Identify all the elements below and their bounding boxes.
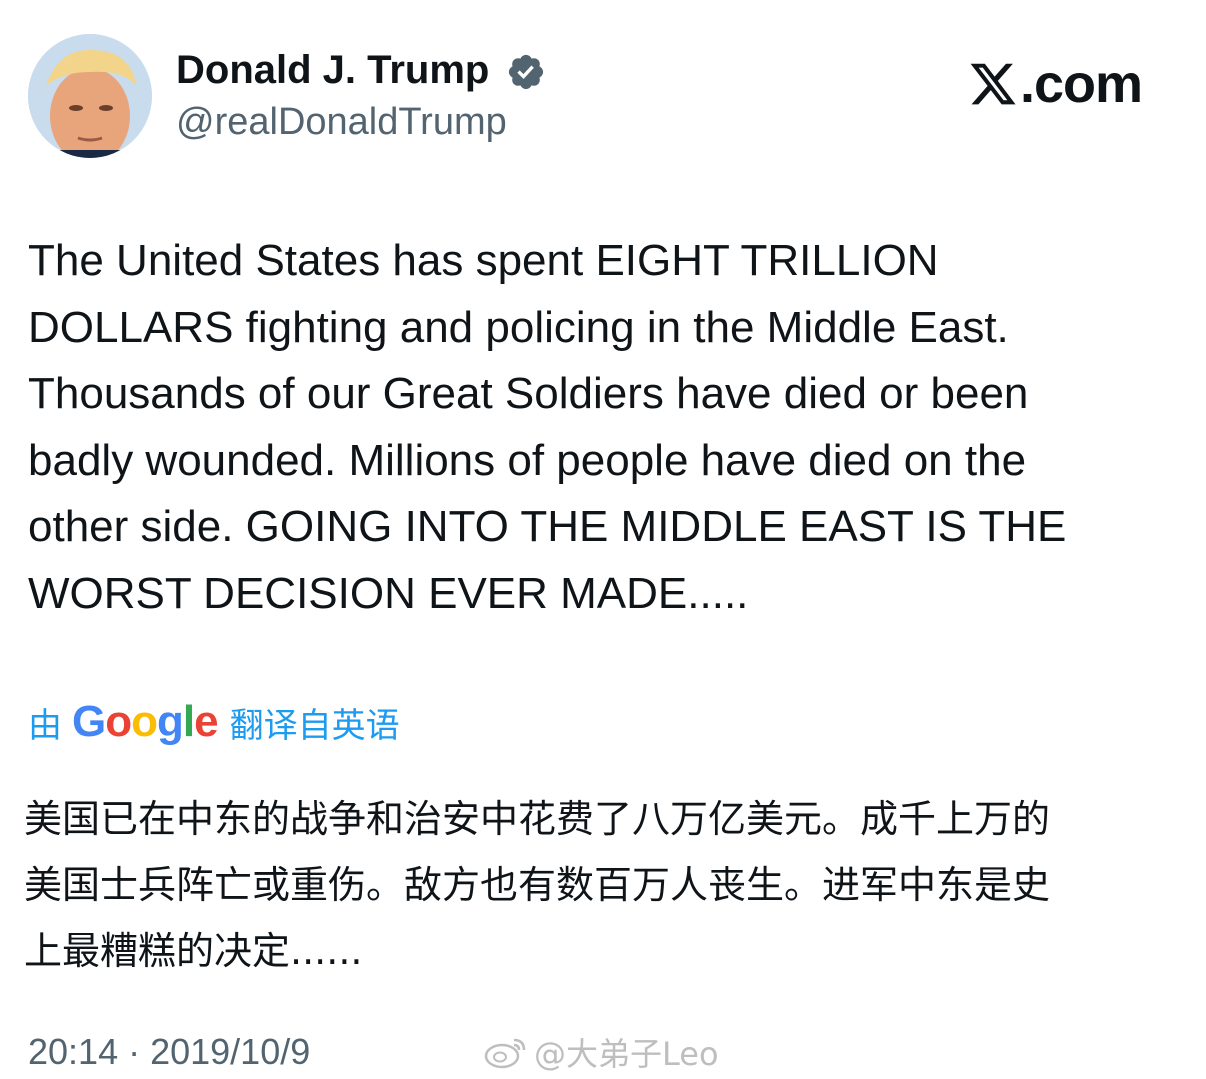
verified-badge-icon [508,54,544,90]
translated-text: 美国已在中东的战争和治安中花费了八万亿美元。成千上万的 美国士兵阵亡或重伤。敌方… [24,797,1051,973]
google-logo-icon: Google [72,697,219,746]
site-badge: .com [968,52,1143,116]
watermark: @大弟子Leo [484,1030,719,1074]
avatar[interactable] [28,34,152,158]
translation-suffix: 翻译自英语 [229,705,400,746]
tweet-text: The United States has spent EIGHT TRILLI… [28,236,1067,618]
display-name[interactable]: Donald J. Trump [176,44,489,96]
site-name: .com [1020,54,1143,114]
x-logo-icon [970,63,1016,105]
weibo-icon [484,1038,526,1069]
avatar-image [28,34,152,158]
user-handle[interactable]: @realDonaldTrump [176,96,507,148]
tweet-timestamp[interactable]: 20:14 · 2019/10/9 [28,1028,310,1076]
translation-attribution[interactable]: 由 Google 翻译自英语 [28,694,400,750]
watermark-text: @大弟子Leo [534,1035,719,1073]
translation-prefix: 由 [28,705,62,746]
